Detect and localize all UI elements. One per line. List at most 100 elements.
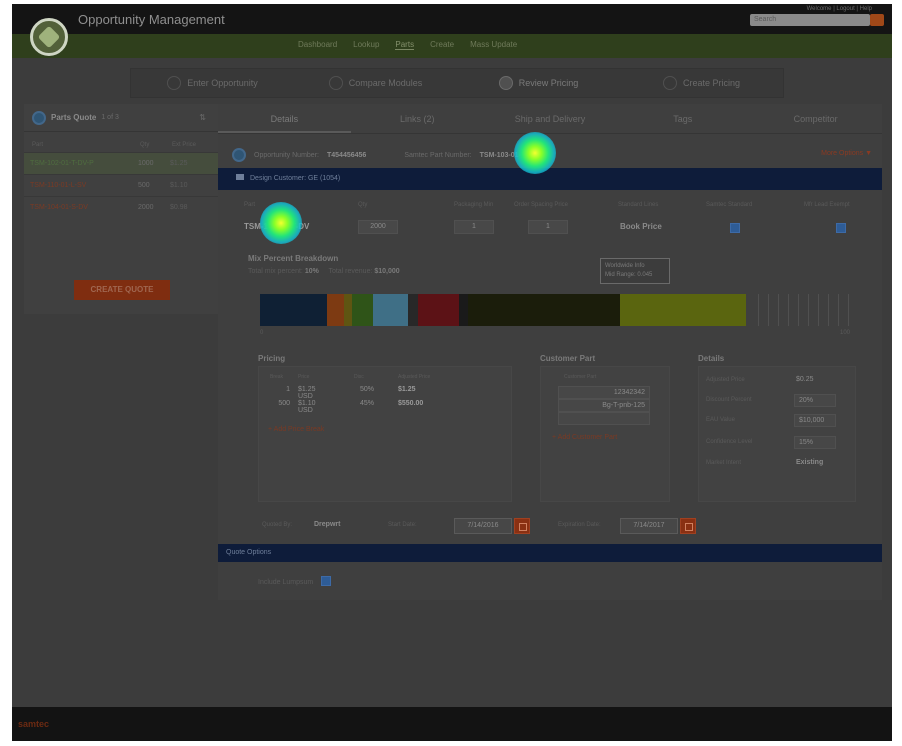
eau-field[interactable]: $10,000: [794, 414, 836, 427]
quoted-by-label: Quoted By:: [262, 522, 293, 528]
mix-segment[interactable]: [344, 294, 352, 326]
start-date-label: Start Date:: [388, 522, 417, 528]
order-spacing-field[interactable]: 1: [528, 220, 568, 234]
mix-segment[interactable]: [351, 294, 374, 326]
samtec-standard-checkbox[interactable]: [730, 223, 740, 233]
step-label: Enter Opportunity: [187, 78, 258, 88]
price-disc[interactable]: 45%: [360, 400, 374, 407]
pack-min-field[interactable]: 1: [454, 220, 494, 234]
mix-segment[interactable]: [468, 294, 620, 326]
ph-adj: Adjusted Price: [398, 374, 431, 380]
nav-item-parts[interactable]: Parts: [395, 40, 415, 50]
calendar-icon[interactable]: [680, 518, 696, 534]
mix-segment[interactable]: [327, 294, 345, 326]
expiration-date-field[interactable]: 7/14/2017: [620, 518, 678, 534]
mix-pct-label: Total mix percent:: [248, 268, 303, 275]
mix-segment[interactable]: [260, 294, 328, 326]
mix-segment[interactable]: [619, 294, 746, 326]
mix-segment[interactable]: [408, 294, 419, 326]
confidence-field[interactable]: 15%: [794, 436, 836, 449]
price-qty[interactable]: 500: [264, 400, 290, 407]
search-icon[interactable]: [870, 14, 884, 26]
detail-value: $0.25: [796, 376, 814, 383]
nav-item-create[interactable]: Create: [430, 40, 454, 50]
price-disc[interactable]: 50%: [360, 386, 374, 393]
qty-field[interactable]: 2000: [358, 220, 398, 234]
label-standard-lines: Standard Lines: [618, 202, 659, 208]
parts-panel: Parts Quote 1 of 3 ⇅ Part Qty Ext Price …: [24, 104, 218, 314]
workflow-step[interactable]: Enter Opportunity: [131, 76, 294, 90]
workflow-steps: Enter Opportunity Compare Modules Review P…: [130, 68, 784, 98]
workflow-step[interactable]: Review Pricing: [457, 76, 620, 90]
start-date-field[interactable]: 7/14/2016: [454, 518, 512, 534]
mix-segment[interactable]: [418, 294, 459, 326]
workflow-step[interactable]: Compare Modules: [294, 76, 457, 90]
mix-segment[interactable]: [458, 294, 469, 326]
more-options-link[interactable]: More Options ▼: [821, 150, 872, 157]
step-circle-icon: [498, 76, 513, 90]
detail-tabs: Details Links (2) Ship and Delivery Tags Com…: [218, 104, 882, 134]
price-qty[interactable]: 1: [264, 386, 290, 393]
mix-title: Mix Percent Breakdown: [248, 254, 339, 263]
calendar-icon[interactable]: [514, 518, 530, 534]
tab-tags[interactable]: Tags: [616, 104, 749, 133]
nav-item-dashboard[interactable]: Dashboard: [298, 40, 337, 50]
mix-tooltip: Worldwide Info Mid Range: 0.045: [600, 258, 670, 284]
label-part: Part: [244, 202, 256, 208]
tab-details[interactable]: Details: [218, 104, 351, 133]
mix-rev-label: Total revenue:: [328, 268, 373, 275]
step-circle-icon: [328, 76, 343, 90]
opportunity-number: T454456456: [326, 151, 367, 159]
col-qty: Qty: [140, 142, 150, 148]
parts-row[interactable]: TSM-102-01-T-DV-P 1000 $1.25: [24, 152, 218, 174]
expiration-label: Expiration Date:: [558, 522, 601, 528]
sort-icon[interactable]: ⇅: [199, 113, 206, 122]
create-quote-button[interactable]: CREATE QUOTE: [74, 280, 170, 300]
customer-part-field[interactable]: 12342342: [558, 386, 650, 399]
app-window: Opportunity Management Welcome | Logout …: [12, 4, 892, 741]
tab-links-2[interactable]: Links (2): [351, 104, 484, 133]
mix-segment[interactable]: [373, 294, 409, 326]
include-lumpsum-row: Include Lumpsum: [258, 574, 332, 586]
standard-lines-value: Book Price: [620, 222, 662, 231]
customer-part-col: Customer Part: [564, 374, 597, 380]
quote-dates-row: Quoted By: Drepwrt Start Date: 7/14/2016…: [218, 516, 882, 538]
ph-price: Price: [298, 374, 310, 380]
market-intent-value: Existing: [796, 459, 824, 466]
nav-item-lookup[interactable]: Lookup: [353, 40, 379, 50]
design-customer-text: Design Customer: GE (1054): [250, 175, 341, 182]
label-pack-min: Packaging Min: [454, 202, 494, 208]
parts-count: 1 of 3: [101, 114, 119, 121]
parts-row-part: TSM-102-01-T-DV-P: [30, 160, 94, 167]
main-panel: Details Links (2) Ship and Delivery Tags Com…: [218, 104, 882, 600]
workflow-step[interactable]: Create Pricing: [620, 76, 783, 90]
add-price-break-link[interactable]: + Add Price Break: [268, 426, 324, 433]
parts-row[interactable]: TSM-110-01-L-SV 500 $1.10: [24, 174, 218, 196]
quote-options-bar[interactable]: Quote Options: [218, 544, 882, 562]
app-title: Opportunity Management: [78, 12, 225, 27]
customer-part-field[interactable]: Bg-T-pnb-125: [558, 399, 650, 412]
design-customer-bar[interactable]: Design Customer: GE (1054): [218, 168, 882, 190]
tab-ship-and-delivery[interactable]: Ship and Delivery: [484, 104, 617, 133]
footer: samtec: [12, 707, 892, 741]
price-adj: $1.25: [398, 386, 416, 393]
parts-columns: Part Qty Ext Price: [24, 132, 218, 152]
parts-row[interactable]: TSM-104-01-S-DV 2000 $0.98: [24, 196, 218, 218]
ph-break: Break: [270, 374, 284, 380]
search-input[interactable]: Search: [750, 14, 870, 26]
mix-rev-value: $10,000: [374, 268, 400, 275]
top-links[interactable]: Welcome | Logout | Help: [807, 6, 872, 12]
price-value[interactable]: $1.10 USD: [298, 400, 316, 414]
customer-part-field[interactable]: [558, 412, 650, 425]
step-circle-icon: [662, 76, 677, 90]
folder-icon: [236, 174, 244, 180]
heatmap-hotspot: [514, 132, 556, 174]
mfr-lead-checkbox[interactable]: [836, 223, 846, 233]
discount-field[interactable]: 20%: [794, 394, 836, 407]
nav-item-mass-update[interactable]: Mass Update: [470, 40, 517, 50]
tab-competitor[interactable]: Competitor: [749, 104, 882, 133]
label-qty: Qty: [358, 202, 368, 208]
add-customer-part-link[interactable]: + Add Customer Part: [552, 434, 617, 441]
include-lumpsum-checkbox[interactable]: [321, 576, 332, 586]
price-value[interactable]: $1.25 USD: [298, 386, 316, 400]
